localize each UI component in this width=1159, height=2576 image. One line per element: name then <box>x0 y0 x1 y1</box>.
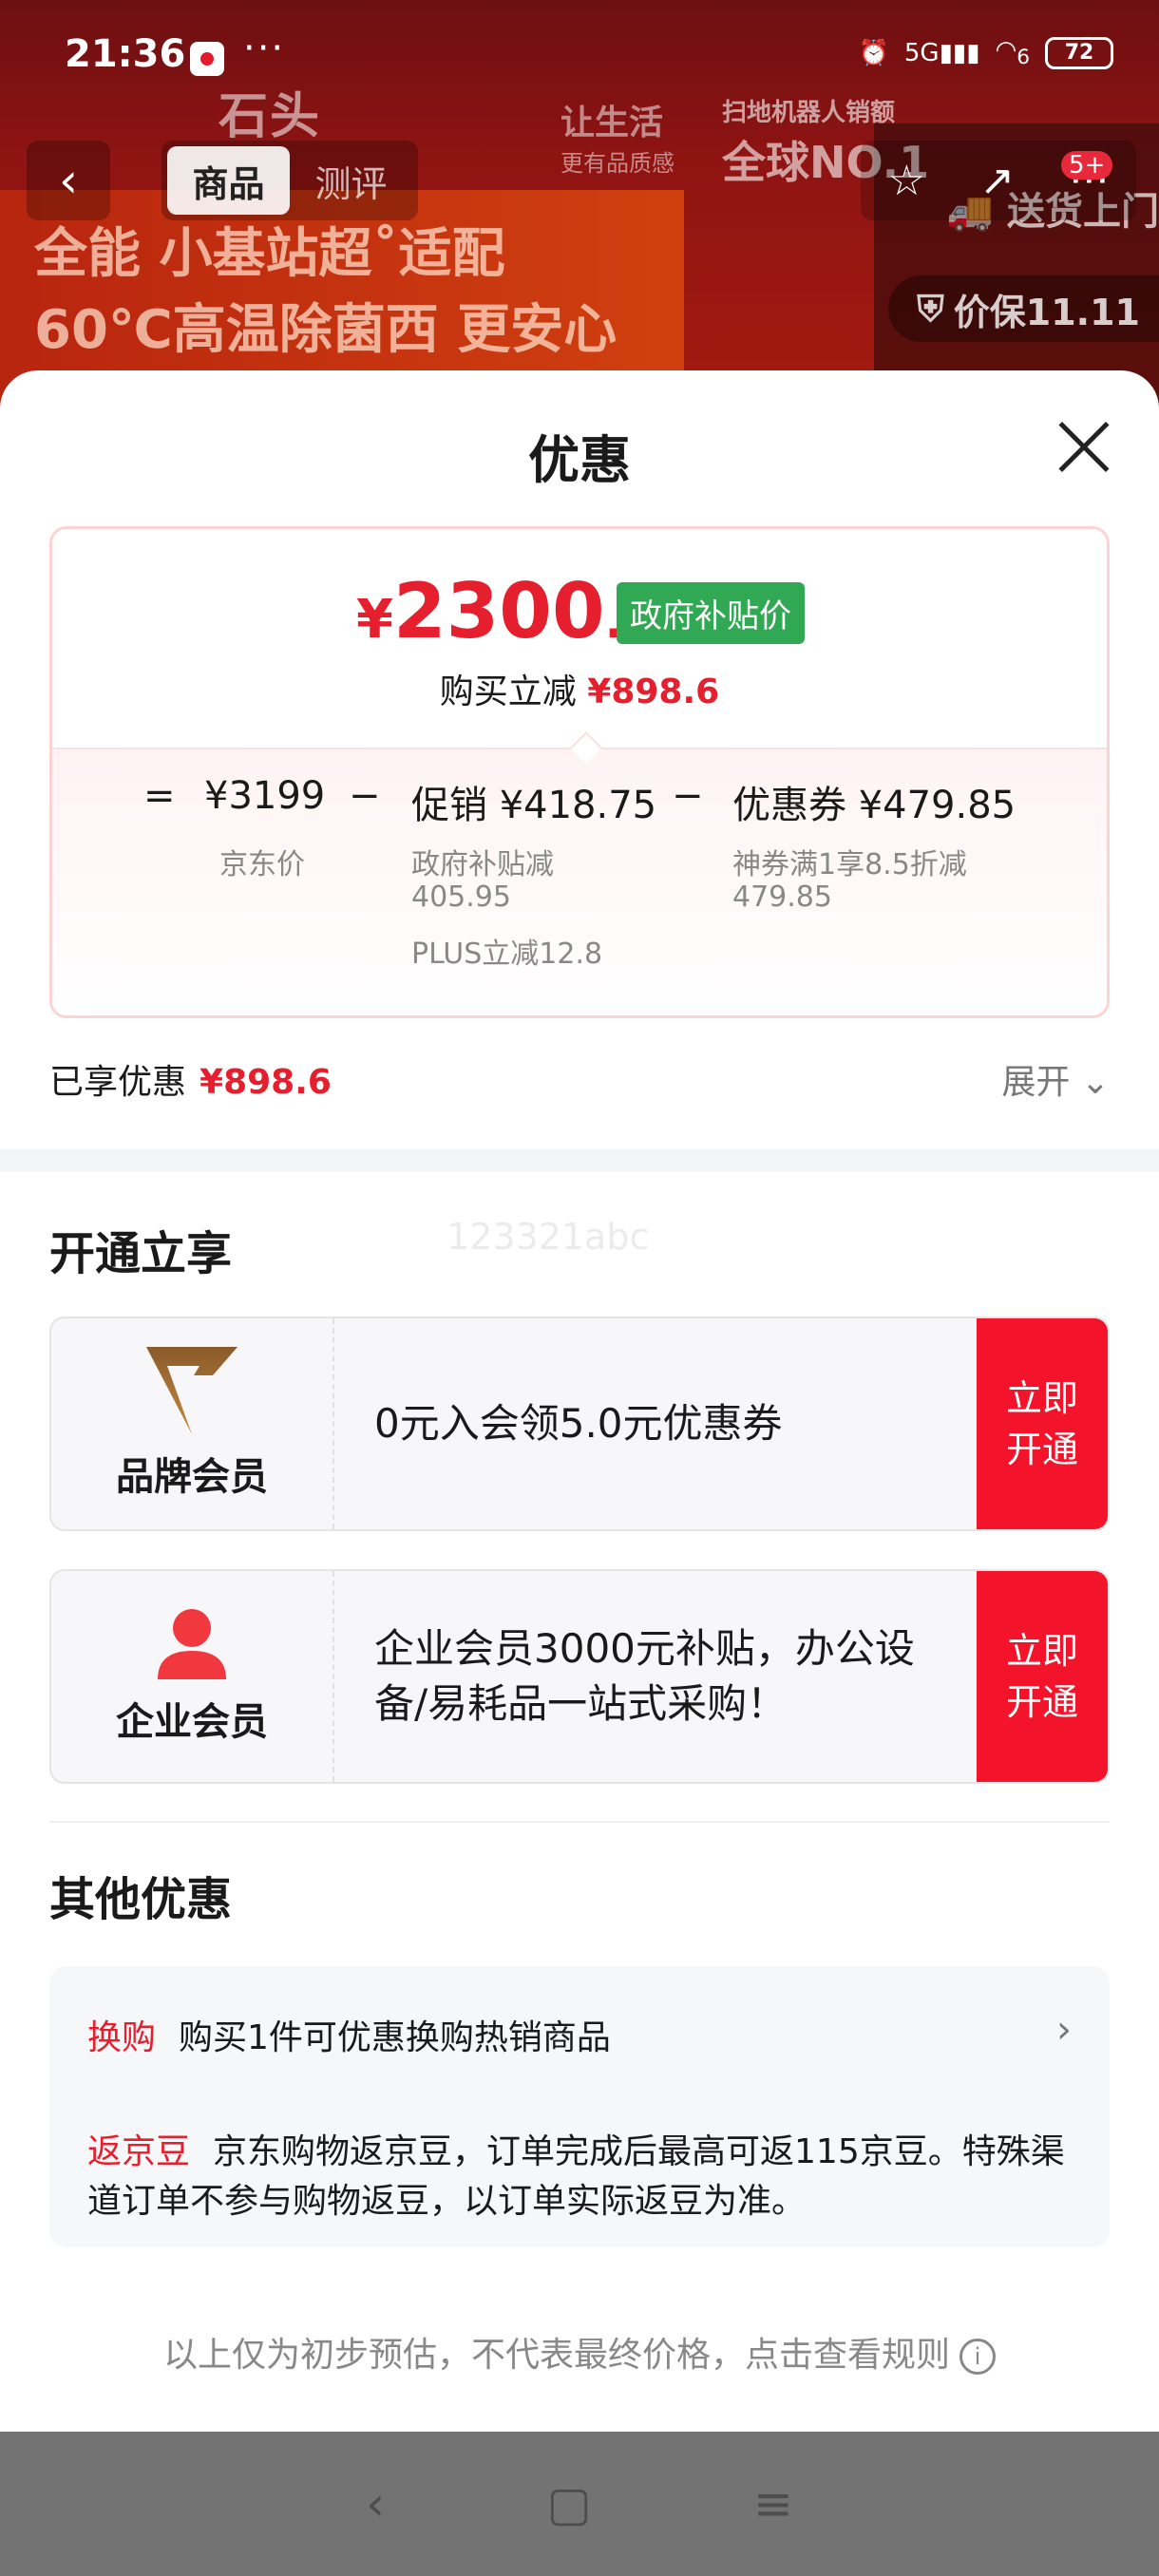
member-description: 0元入会领5.0元优惠券 <box>374 1400 783 1447</box>
wifi-icon: ◠6 <box>995 36 1030 70</box>
status-bar: 21:36 ··· ⏰ 5G▮▮▮ ◠6 72 <box>0 0 1159 114</box>
price-breakdown-card: ¥ 2300 .4 政府补贴价 购买立减 ¥898.6 = ¥3199 − 促销… <box>49 526 1110 1018</box>
member-description: 企业会员3000元补贴，办公设备/易耗品一站式采购！ <box>374 1625 915 1727</box>
banner-promo-line-1: 全能 小基站超˚适配 <box>34 223 505 285</box>
join-now-button[interactable]: 立即 开通 <box>977 1571 1108 1782</box>
status-time: 21:36 <box>65 32 186 76</box>
shield-icon: ⛨ <box>917 287 944 330</box>
enterprise-member-card[interactable]: 企业会员 企业会员3000元补贴，办公设备/易耗品一站式采购！ 立即 开通 <box>49 1569 1110 1784</box>
coupon-sub-1b: 479.85 <box>732 881 832 914</box>
sheet-title: 优惠 <box>528 430 631 490</box>
nav-back-icon[interactable]: ‹ <box>366 2476 385 2531</box>
brand-member-card[interactable]: 品牌会员 0元入会领5.0元优惠券 立即 开通 <box>49 1316 1110 1531</box>
promo-amount: 促销 ¥418.75 <box>411 784 657 827</box>
coupon-amount: 优惠券 ¥479.85 <box>732 784 1016 827</box>
join-now-button[interactable]: 立即 开通 <box>977 1318 1108 1529</box>
member-name: 品牌会员 <box>116 1455 268 1499</box>
enjoyed-discount: 已享优惠 ¥898.6 <box>49 1063 332 1102</box>
equals-sign: = <box>143 774 176 818</box>
jd-beans-offer: 返京豆 京东购物返京豆，订单完成后最高可返115京豆。特殊渠道订单不参与购物返豆，… <box>87 2132 1065 2221</box>
coupon-sub-1: 神券满1享8.5折减 <box>732 848 967 881</box>
nav-home-icon[interactable]: ▢ <box>546 2476 591 2531</box>
minus-sign: − <box>349 774 381 818</box>
share-icon[interactable]: ↗ <box>979 157 1015 205</box>
system-nav-bar: ‹ ▢ ≡ <box>0 2432 1159 2576</box>
banner-promo-line-2: 60℃高温除菌西 更安心 <box>34 299 618 361</box>
watermark: 123321abc <box>446 1216 650 1258</box>
trade-in-offer[interactable]: 换购 购买1件可优惠换购热销商品 <box>87 2010 611 2059</box>
app-notification-icon <box>190 42 224 76</box>
more-notifications-icon: ··· <box>243 27 286 70</box>
price-protect-tag[interactable]: ⛨ 价保11.11 <box>888 275 1159 342</box>
member-name: 企业会员 <box>116 1700 268 1744</box>
alarm-icon: ⏰ <box>858 38 889 67</box>
tab-review[interactable]: 测评 <box>290 146 412 215</box>
other-section-title: 其他优惠 <box>49 1873 233 1926</box>
price-calculation: = ¥3199 − 促销 ¥418.75 − 优惠券 ¥479.85 京东价 政… <box>52 748 1107 1015</box>
tab-product[interactable]: 商品 <box>167 146 290 215</box>
promo-sub-1b: 405.95 <box>411 881 511 914</box>
battery-icon: 72 <box>1045 36 1113 69</box>
product-tabs: 商品 测评 <box>162 141 418 220</box>
info-icon: i <box>960 2339 996 2375</box>
gov-subsidy-tag: 政府补贴价 <box>617 582 805 644</box>
brand-logo-icon <box>146 1347 238 1434</box>
brand-member-badge: 品牌会员 <box>51 1318 334 1529</box>
user-icon <box>158 1609 226 1679</box>
jd-price-label: 京东价 <box>219 848 305 881</box>
chevron-right-icon[interactable]: › <box>1056 2008 1072 2052</box>
divider <box>49 1821 1110 1823</box>
section-divider <box>0 1149 1159 1172</box>
expand-button[interactable]: 展开 ⌄ <box>1001 1054 1110 1104</box>
promo-sub-2: PLUS立减12.8 <box>411 938 603 971</box>
open-section-title: 开通立享 <box>49 1227 233 1280</box>
minus-sign: − <box>672 774 704 818</box>
final-price: ¥ 2300 .4 <box>356 567 656 655</box>
star-icon[interactable]: ☆ <box>888 157 925 205</box>
back-button[interactable]: ‹ <box>27 141 110 220</box>
close-icon[interactable] <box>1056 420 1112 475</box>
more-icon[interactable]: ··· 5+ <box>1061 150 1113 205</box>
discount-sheet: 优惠 ¥ 2300 .4 政府补贴价 购买立减 ¥898.6 = ¥3199 −… <box>0 370 1159 2432</box>
other-offers-box: 换购 购买1件可优惠换购热销商品 › 返京豆 京东购物返京豆，订单完成后最高可返11… <box>49 1966 1110 2247</box>
signal-icon: 5G▮▮▮ <box>903 38 980 67</box>
nav-menu-icon[interactable]: ≡ <box>753 2476 793 2531</box>
final-price-area: ¥ 2300 .4 政府补贴价 购买立减 ¥898.6 <box>52 529 1107 748</box>
status-icons: ⏰ 5G▮▮▮ ◠6 72 <box>859 36 1113 69</box>
rules-footnote[interactable]: 以上仅为初步预估，不代表最终价格，点击查看规则 i <box>0 2327 1159 2377</box>
chevron-left-icon: ‹ <box>59 153 78 208</box>
enterprise-member-badge: 企业会员 <box>51 1571 334 1782</box>
message-badge: 5+ <box>1061 150 1113 180</box>
top-actions: ☆ ↗ ··· 5+ <box>861 141 1136 220</box>
promo-sub-1: 政府补贴减 <box>411 848 554 881</box>
jd-price: ¥3199 <box>204 774 326 818</box>
buy-reduce: 购买立减 ¥898.6 <box>439 672 720 711</box>
